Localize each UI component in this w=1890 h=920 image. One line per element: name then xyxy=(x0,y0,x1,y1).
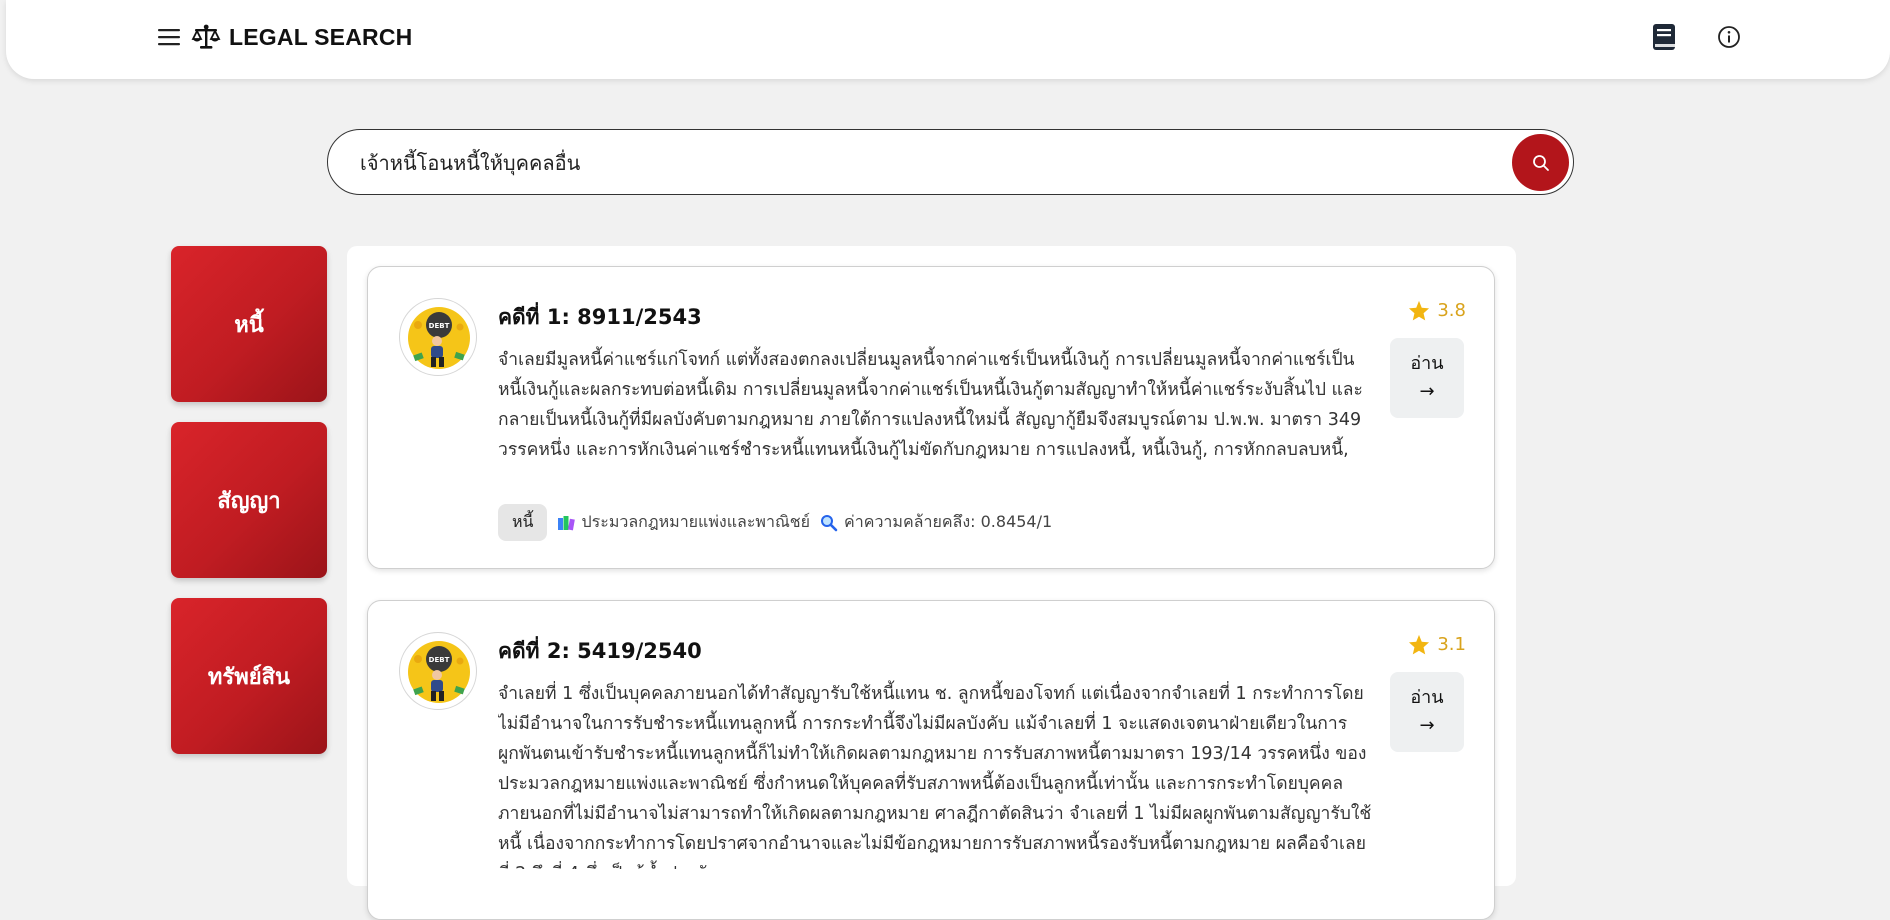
magnifier-icon xyxy=(821,514,838,531)
brand-logo[interactable]: LEGAL SEARCH xyxy=(191,20,412,54)
debt-avatar-icon: DEBT xyxy=(399,632,477,710)
case-title[interactable]: คดีที่ 1: 8911/2543 xyxy=(498,301,702,334)
svg-text:DEBT: DEBT xyxy=(429,322,450,330)
read-button[interactable]: อ่าน → xyxy=(1390,672,1464,752)
category-label: ทรัพย์สิน xyxy=(207,664,291,690)
read-button[interactable]: อ่าน → xyxy=(1390,338,1464,418)
star-icon xyxy=(1409,300,1430,321)
similarity-text: ค่าความคล้ายคลึง: 0.8454/1 xyxy=(844,512,1053,531)
star-icon xyxy=(1409,634,1430,655)
source-info: ประมวลกฎหมายแพ่งและพาณิชย์ xyxy=(557,510,810,535)
menu-icon xyxy=(158,29,180,46)
search-button[interactable] xyxy=(1512,134,1569,191)
search-icon xyxy=(1532,154,1549,171)
category-debt[interactable]: หนี้ xyxy=(171,246,327,402)
debt-avatar-icon: DEBT xyxy=(399,298,477,376)
category-label: หนี้ xyxy=(234,312,264,338)
info-icon xyxy=(1718,26,1740,48)
case-title[interactable]: คดีที่ 2: 5419/2540 xyxy=(498,635,702,668)
menu-button[interactable] xyxy=(155,23,183,51)
brand-title: LEGAL SEARCH xyxy=(229,23,413,50)
library-button[interactable] xyxy=(1649,22,1679,52)
rating: 3.8 xyxy=(1408,300,1466,321)
rating-value: 3.1 xyxy=(1437,634,1466,655)
books-icon xyxy=(558,515,576,530)
result-card: DEBT คดีที่ 2: 5419/2540 จำเลยที่ 1 ซึ่ง… xyxy=(367,600,1495,920)
svg-text:DEBT: DEBT xyxy=(429,656,450,664)
category-contract[interactable]: สัญญา xyxy=(171,422,327,578)
search-input[interactable] xyxy=(358,138,1482,188)
book-icon xyxy=(1653,24,1675,50)
source-text: ประมวลกฎหมายแพ่งและพาณิชย์ xyxy=(581,512,811,531)
category-tag: หนี้ xyxy=(498,504,548,541)
rating-value: 3.8 xyxy=(1437,300,1466,321)
result-card: DEBT คดีที่ 1: 8911/2543 จำเลยมีมูลหนี้ค… xyxy=(367,266,1495,569)
read-label: อ่าน xyxy=(1410,687,1444,708)
results-panel: DEBT คดีที่ 1: 8911/2543 จำเลยมีมูลหนี้ค… xyxy=(347,246,1516,920)
case-summary: จำเลยมีมูลหนี้ค่าแชร์แก่โจทก์ แต่ทั้งสอง… xyxy=(498,350,1363,460)
case-meta: หนี้ ประมวลกฎหมายแพ่งและพาณิชย์ ค่าความค… xyxy=(498,504,1052,541)
arrow-right-icon: → xyxy=(1419,715,1435,736)
read-label: อ่าน xyxy=(1410,353,1444,374)
scales-icon xyxy=(191,24,221,49)
search-bar xyxy=(327,129,1574,195)
top-header: LEGAL SEARCH xyxy=(6,0,1890,79)
rating: 3.1 xyxy=(1408,634,1466,655)
arrow-right-icon: → xyxy=(1419,381,1435,402)
case-summary: จำเลยที่ 1 ซึ่งเป็นบุคคลภายนอกได้ทำสัญญา… xyxy=(498,684,1372,869)
category-label: สัญญา xyxy=(217,488,281,514)
similarity-info: ค่าความคล้ายคลึง: 0.8454/1 xyxy=(820,510,1052,535)
category-property[interactable]: ทรัพย์สิน xyxy=(171,598,327,754)
info-button[interactable] xyxy=(1714,22,1744,52)
